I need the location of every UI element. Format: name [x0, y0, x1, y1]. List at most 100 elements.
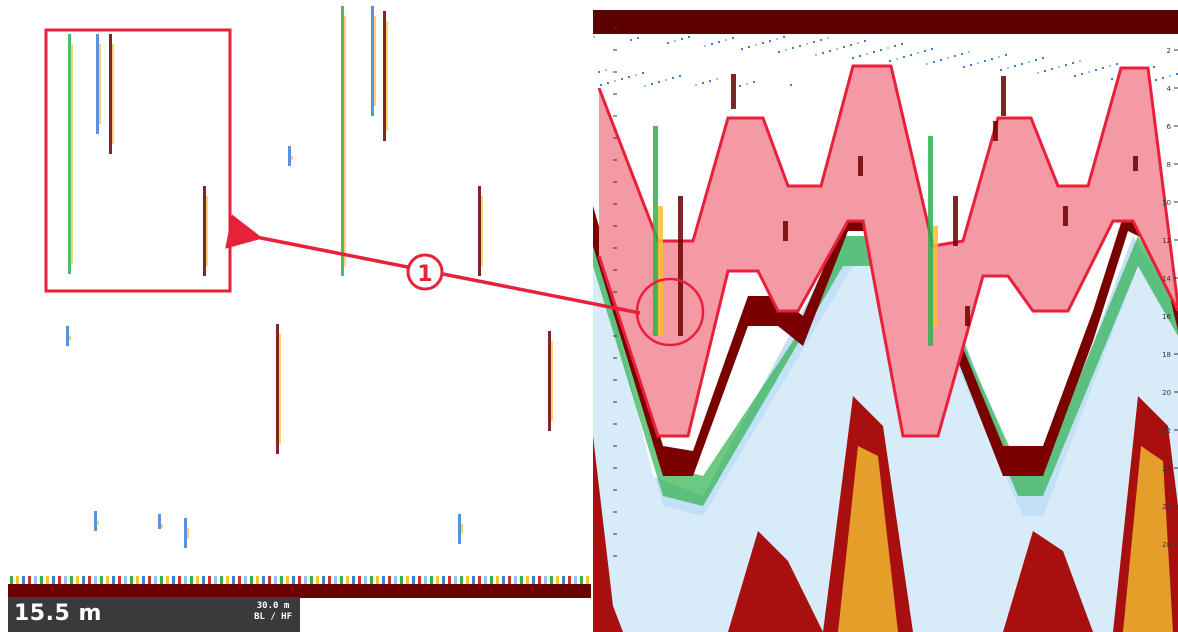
- noise-speck: [635, 74, 637, 76]
- left-sonar-echogram: [8, 6, 591, 598]
- noise-speck: [1102, 67, 1104, 69]
- noise-speck: [725, 39, 727, 41]
- fish-echo: [1133, 156, 1138, 171]
- seabed-tick: [334, 576, 337, 584]
- seabed-tick: [196, 576, 199, 584]
- seabed-tick: [166, 576, 169, 584]
- seabed-tick: [94, 576, 97, 584]
- noise-speck: [1155, 79, 1157, 81]
- noise-speck: [970, 64, 972, 66]
- noise-speck: [598, 71, 600, 73]
- noise-speck: [1153, 66, 1155, 68]
- noise-speck: [864, 40, 866, 42]
- fish-echo-core: [291, 156, 293, 160]
- seabed-tick: [118, 576, 121, 584]
- seabed-tick: [64, 576, 67, 584]
- seabed-tick: [214, 576, 217, 584]
- seabed-tick: [364, 576, 367, 584]
- noise-speck: [894, 45, 896, 47]
- scale-label: 4: [1167, 85, 1172, 93]
- noise-speck: [931, 48, 933, 50]
- seabed-tick: [40, 576, 43, 584]
- seabed-tick: [544, 576, 547, 584]
- noise-speck: [1109, 65, 1111, 67]
- noise-speck: [681, 38, 683, 40]
- noise-speck: [1081, 73, 1083, 75]
- seabed-tick: [52, 576, 55, 584]
- seabed-tick: [526, 576, 529, 584]
- fish-echo-core: [481, 196, 483, 266]
- seabed-tick: [412, 576, 415, 584]
- right-sonar-panel[interactable]: 54.84.64.44.243.83.63.43.232.82.62.42.22…: [593, 6, 1178, 632]
- noise-speck: [827, 37, 829, 39]
- noise-speck: [739, 85, 741, 87]
- fish-echo-core: [344, 16, 346, 266]
- right-panel-header: [593, 10, 1178, 34]
- noise-speck: [746, 83, 748, 85]
- noise-speck: [1000, 69, 1002, 71]
- seabed-tick: [190, 576, 193, 584]
- noise-speck: [1058, 66, 1060, 68]
- noise-speck: [1044, 70, 1046, 72]
- noise-speck: [815, 54, 817, 56]
- seabed-tick: [442, 576, 445, 584]
- scale-label: 24: [1162, 465, 1171, 473]
- scale-label: 2: [1167, 47, 1171, 55]
- scale-label: 3.6: [593, 179, 594, 187]
- noise-speck: [1042, 57, 1044, 59]
- noise-speck: [716, 78, 718, 80]
- noise-speck: [790, 84, 792, 86]
- seabed-tick: [454, 576, 457, 584]
- noise-speck: [843, 46, 845, 48]
- fish-echo-core: [386, 21, 388, 131]
- noise-speck: [963, 66, 965, 68]
- left-seabed-ticks: [10, 576, 589, 584]
- noise-speck: [607, 82, 609, 84]
- noise-speck: [954, 55, 956, 57]
- fish-echo-core: [71, 44, 73, 264]
- noise-speck: [665, 79, 667, 81]
- fish-echo: [953, 196, 958, 246]
- seabed-tick: [496, 576, 499, 584]
- fish-echo: [458, 514, 461, 544]
- scale-label: 22: [1162, 427, 1171, 435]
- seabed-tick: [574, 576, 577, 584]
- seabed-tick: [460, 576, 463, 584]
- noise-speck: [628, 76, 630, 78]
- fish-echo-core: [187, 528, 189, 538]
- scale-label: 12: [1162, 237, 1171, 245]
- fish-echo: [158, 514, 161, 529]
- noise-speck: [778, 51, 780, 53]
- noise-speck: [1169, 75, 1171, 77]
- noise-speck: [1095, 69, 1097, 71]
- fish-echo: [184, 518, 187, 548]
- seabed-tick: [70, 576, 73, 584]
- noise-speck: [1014, 65, 1016, 67]
- noise-speck: [852, 57, 854, 59]
- noise-speck: [1037, 72, 1039, 74]
- noise-speck: [1021, 63, 1023, 65]
- noise-speck: [674, 40, 676, 42]
- seabed-tick: [292, 576, 295, 584]
- fish-echo-core: [112, 44, 114, 144]
- seabed-tick: [538, 576, 541, 584]
- noise-speck: [813, 41, 815, 43]
- noise-speck: [792, 47, 794, 49]
- noise-speck: [901, 43, 903, 45]
- seabed-tick: [568, 576, 571, 584]
- noise-speck: [600, 84, 602, 86]
- seabed-tick: [550, 576, 553, 584]
- noise-speck: [859, 55, 861, 57]
- fish-echo: [1001, 76, 1006, 116]
- seabed-tick: [346, 576, 349, 584]
- noise-speck: [776, 38, 778, 40]
- noise-speck: [621, 78, 623, 80]
- noise-speck: [630, 39, 632, 41]
- seabed-tick: [274, 576, 277, 584]
- left-sonar-panel[interactable]: [8, 6, 591, 632]
- noise-speck: [806, 43, 808, 45]
- noise-speck: [991, 58, 993, 60]
- seabed-tick: [88, 576, 91, 584]
- seabed-tick: [178, 576, 181, 584]
- seabed-tick: [466, 576, 469, 584]
